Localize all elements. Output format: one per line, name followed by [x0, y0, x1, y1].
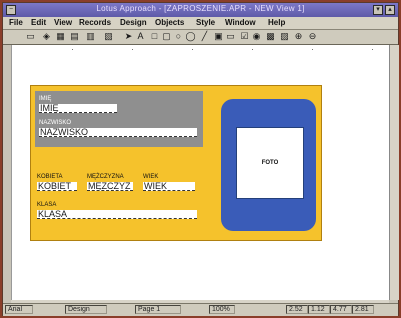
klasa-label: KLASA [37, 202, 57, 208]
nazwisko-label: NAZWISKO [39, 120, 72, 126]
kobieta-label: KOBIETA [37, 174, 63, 180]
status-bar: Arial Design Page 1 100% 2.52 1.12 4.77 … [3, 303, 398, 316]
photo-frame[interactable]: FOTO [236, 127, 304, 199]
menu-style[interactable]: Style [196, 18, 215, 27]
window-title: Lotus Approach - [ZAPROSZENIE.APR - NEW … [96, 4, 305, 13]
menu-design[interactable]: Design [120, 18, 147, 27]
name-panel[interactable]: IMIĘ IMIĘ NAZWISKO NAZWISKO [35, 91, 203, 147]
status-font[interactable]: Arial [5, 305, 33, 314]
rectangle-icon[interactable]: □ [149, 31, 160, 42]
find-icon[interactable]: ◈ [41, 31, 52, 42]
zoom-in-icon[interactable]: ⊕ [293, 31, 304, 42]
status-page[interactable]: Page 1 [135, 305, 181, 314]
rounded-rect-icon[interactable]: ▢ [161, 31, 172, 42]
menu-help[interactable]: Help [268, 18, 285, 27]
imie-label: IMIĘ [39, 96, 52, 102]
maximize-icon[interactable]: ▴ [385, 5, 395, 15]
chart-icon[interactable]: ▨ [279, 31, 290, 42]
vertical-scrollbar[interactable] [389, 45, 399, 300]
form-body[interactable]: IMIĘ IMIĘ NAZWISKO NAZWISKO KOBIETA KOBI… [30, 85, 322, 241]
wiek-field[interactable]: WIEK [143, 182, 195, 191]
ellipse-icon[interactable]: ○ [173, 31, 184, 42]
minimize-icon[interactable]: ▾ [373, 5, 383, 15]
status-y: 1.12 [308, 305, 330, 314]
toolbar: ▭ ◈ ▦ ▤ ▥ ▧ ➤ A □ ▢ ○ ◯ ╱ ▣ ▭ ☑ ◉ ▩ ▨ ⊕ … [3, 30, 398, 45]
menu-file[interactable]: File [9, 18, 23, 27]
imie-field[interactable]: IMIĘ [39, 104, 117, 113]
wiek-label: WIEK [143, 174, 159, 180]
checkbox-icon[interactable]: ☑ [239, 31, 250, 42]
table-icon[interactable]: ▦ [55, 31, 66, 42]
circle-icon[interactable]: ◯ [185, 31, 196, 42]
menu-records[interactable]: Records [79, 18, 111, 27]
menu-edit[interactable]: Edit [31, 18, 46, 27]
browse-icon[interactable]: ▥ [85, 31, 96, 42]
status-h: 2.81 [352, 305, 374, 314]
klasa-field[interactable]: KLASA [37, 210, 197, 219]
menu-view[interactable]: View [54, 18, 72, 27]
nazwisko-field[interactable]: NAZWISKO [39, 128, 197, 137]
status-style[interactable]: Design [65, 305, 107, 314]
button-icon[interactable]: ▭ [225, 31, 236, 42]
mezczyzna-label: MĘŻCZYZNA [87, 174, 124, 180]
text-icon[interactable]: A [135, 31, 146, 42]
zoom-out-icon[interactable]: ⊖ [307, 31, 318, 42]
title-bar[interactable]: − Lotus Approach - [ZAPROSZENIE.APR - NE… [3, 3, 398, 17]
kobieta-field[interactable]: KOBIET [37, 182, 77, 191]
report-icon[interactable]: ▤ [69, 31, 80, 42]
menu-window[interactable]: Window [225, 18, 256, 27]
menu-bar: File Edit View Records Design Objects St… [3, 17, 398, 30]
design-canvas[interactable]: IMIĘ IMIĘ NAZWISKO NAZWISKO KOBIETA KOBI… [11, 45, 390, 300]
picture-icon[interactable]: ▩ [265, 31, 276, 42]
field-icon[interactable]: ▣ [213, 31, 224, 42]
radio-icon[interactable]: ◉ [251, 31, 262, 42]
pointer-icon[interactable]: ➤ [123, 31, 134, 42]
app-window: − Lotus Approach - [ZAPROSZENIE.APR - NE… [2, 2, 399, 316]
menu-objects[interactable]: Objects [155, 18, 184, 27]
status-w: 4.77 [330, 305, 352, 314]
view-icon[interactable]: ▭ [25, 31, 36, 42]
photo-card[interactable]: FOTO [221, 99, 316, 231]
mezczyzna-field[interactable]: MĘŻCZYZ [87, 182, 133, 191]
status-x: 2.52 [286, 305, 308, 314]
line-icon[interactable]: ╱ [199, 31, 210, 42]
status-zoom[interactable]: 100% [209, 305, 235, 314]
layout-icon[interactable]: ▧ [103, 31, 114, 42]
